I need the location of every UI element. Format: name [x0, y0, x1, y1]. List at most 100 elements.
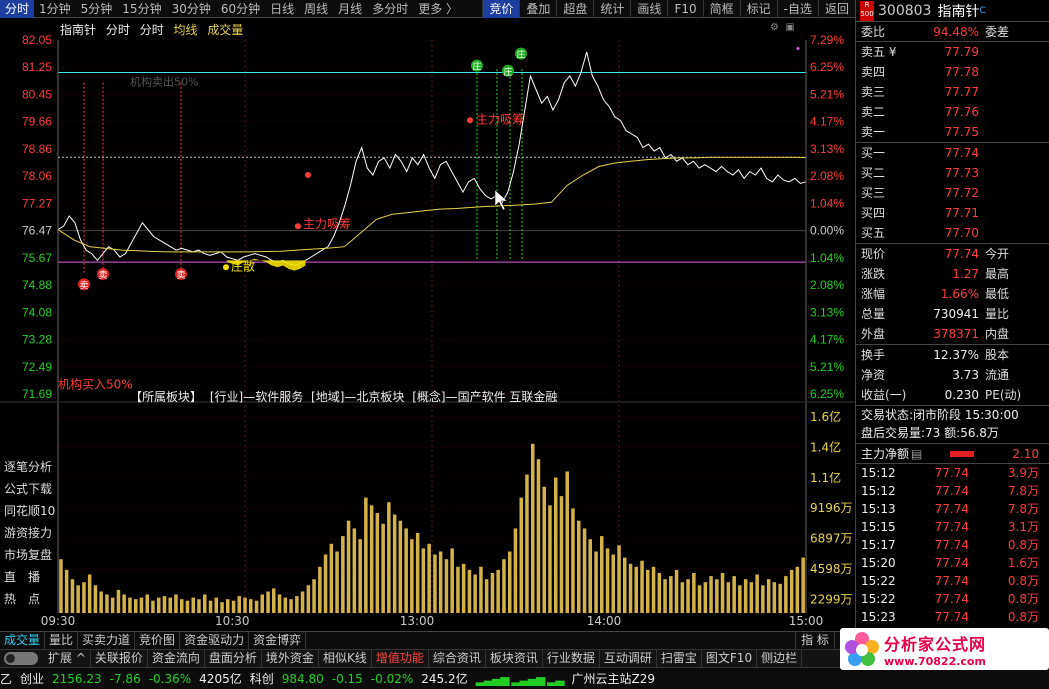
toolbar-tab[interactable]: -自选 — [776, 0, 818, 18]
indicator-tab[interactable]: 量比 — [45, 632, 79, 649]
indicator-tab[interactable]: 竞价图 — [135, 632, 181, 649]
volume-bar — [260, 594, 264, 613]
tick-row[interactable]: 15:20 77.74 1.6万 — [856, 554, 1049, 572]
buys-price[interactable]: 77.72 — [899, 183, 979, 203]
period-tab[interactable]: 5分钟 — [76, 0, 118, 18]
function-button[interactable]: 相似K线 — [319, 650, 372, 667]
main-net-row[interactable]: 主力净额 ▤ 2.10 — [856, 444, 1049, 464]
function-button[interactable]: 图文F10 — [702, 650, 758, 667]
left-tool-item[interactable]: 公式下载 — [0, 478, 56, 500]
left-tool-item[interactable]: 直 播 — [0, 566, 56, 588]
left-tool-item[interactable]: 热 点 — [0, 588, 56, 610]
volume-bar — [318, 566, 322, 613]
after-hours-amount-label: 额: — [944, 426, 961, 440]
toolbar-tab[interactable]: 画线 — [630, 0, 667, 18]
function-button[interactable]: 扫雷宝 — [657, 650, 702, 667]
period-tab[interactable]: 更多 〉 — [413, 0, 463, 18]
volume-tick-label: 4598万 — [810, 562, 853, 576]
left-tool-item[interactable]: 同花顺10 — [0, 500, 56, 522]
stock-badge: R 500 — [860, 0, 874, 21]
sells-price[interactable]: 77.77 — [899, 82, 979, 102]
function-button[interactable]: 互动调研 — [600, 650, 657, 667]
tick-list[interactable]: 15:12 77.74 3.9万 15:12 77.74 7.8万 15:13 77.74 7.… — [856, 464, 1049, 644]
broker-server[interactable]: 广州云主站Z29 — [572, 670, 656, 687]
toolbar-tab[interactable]: F10 — [667, 0, 702, 18]
period-tab[interactable]: 日线 — [265, 0, 299, 18]
tick-row[interactable]: 15:15 77.74 3.1万 — [856, 518, 1049, 536]
list-icon[interactable]: ▤ — [911, 444, 922, 463]
function-button[interactable]: 板块资讯 — [486, 650, 543, 667]
period-toolbar: 分时 1分钟 5分钟 15分钟 30分钟 60分钟 日线 周线 月线 多分时 更多 〉 竞价 叠加 超盘… — [0, 0, 855, 18]
function-button[interactable]: 资金流向 — [148, 650, 205, 667]
left-tool-item[interactable]: 逐笔分析 — [0, 456, 56, 478]
volume-bar — [404, 528, 408, 613]
toolbar-tab[interactable]: 简框 — [702, 0, 740, 18]
indicator-tab[interactable]: 资金驱动力 — [180, 632, 250, 649]
tick-row[interactable]: 15:13 77.74 7.8万 — [856, 500, 1049, 518]
function-button[interactable]: 增值功能 — [372, 650, 429, 667]
function-button[interactable]: 行业数据 — [543, 650, 600, 667]
tick-time: 15:12 — [861, 466, 896, 480]
tick-price: 77.74 — [934, 556, 969, 570]
volume-bar — [519, 497, 523, 613]
tick-row[interactable]: 15:22 77.74 0.8万 — [856, 590, 1049, 608]
period-tab[interactable]: 月线 — [333, 0, 367, 18]
tick-row[interactable]: 15:17 77.74 0.8万 — [856, 536, 1049, 554]
period-tab[interactable]: 30分钟 — [167, 0, 216, 18]
function-button[interactable]: 关联报价 — [91, 650, 148, 667]
indicator-tab-right[interactable]: 指 标 — [795, 632, 834, 649]
indicator-tab[interactable]: 买卖力道 — [78, 632, 136, 649]
toolbar-tab[interactable]: 叠加 — [519, 0, 556, 18]
chart-options-icon[interactable]: ⚙ ▣ — [770, 22, 795, 33]
sector-concept[interactable]: [概念]—国产软件 互联金融 — [412, 390, 557, 404]
volume-bar — [651, 566, 656, 613]
toolbar-tab[interactable]: 返回 — [817, 0, 855, 18]
buys-price[interactable]: 77.70 — [899, 223, 979, 243]
chart-area[interactable]: 82.05 7.29% 81.25 6.25% 80.45 5.21% 79.66 4.17%… — [0, 18, 855, 630]
period-tab[interactable]: 1分钟 — [34, 0, 76, 18]
sells-price[interactable]: 77.75 — [899, 122, 979, 142]
period-tab[interactable]: 多分时 — [367, 0, 413, 18]
function-button[interactable]: 盘面分析 — [205, 650, 262, 667]
left-tool-item[interactable]: 游资接力 — [0, 522, 56, 544]
sector-industry[interactable]: [行业]—软件服务 — [210, 390, 303, 404]
sells-price[interactable]: 77.76 — [899, 102, 979, 122]
buys-price[interactable]: 77.74 — [899, 143, 979, 163]
quote-header: R 500 300803 指南针 C — [856, 0, 1049, 22]
sells-price[interactable]: 77.78 — [899, 62, 979, 82]
volume-tick-label: 2299万 — [810, 592, 853, 606]
index-name-kc[interactable]: 科创 — [250, 670, 274, 687]
tick-row[interactable]: 15:22 77.74 0.8万 — [856, 572, 1049, 590]
left-tool-item[interactable]: 市场复盘 — [0, 544, 56, 566]
indicator-tab[interactable]: 资金博弈 — [249, 632, 307, 649]
buys-price[interactable]: 77.73 — [899, 163, 979, 183]
stat-label-2: 今开 — [985, 247, 1010, 261]
toolbar-tab[interactable]: 统计 — [593, 0, 630, 18]
period-tab[interactable]: 60分钟 — [216, 0, 265, 18]
sector-region[interactable]: [地域]—北京板块 — [311, 390, 404, 404]
stat-value: 378371 — [933, 327, 979, 341]
status-prefix: 乙 — [0, 672, 13, 686]
period-tab[interactable]: 周线 — [299, 0, 333, 18]
price-tick-label: 82.05 — [22, 33, 52, 47]
buys-price[interactable]: 77.71 — [899, 203, 979, 223]
toolbar-tab[interactable]: 超盘 — [556, 0, 593, 18]
index-name-cyb[interactable]: 创业 — [20, 670, 44, 687]
function-button[interactable]: 侧边栏 — [757, 650, 803, 667]
tick-row[interactable]: 15:12 77.74 7.8万 — [856, 482, 1049, 500]
indicator-tab[interactable]: 成交量 — [0, 632, 46, 649]
period-tab[interactable]: 分时 — [0, 0, 35, 18]
volume-bar — [496, 569, 500, 613]
tick-row[interactable]: 15:12 77.74 3.9万 — [856, 464, 1049, 482]
toolbar-tab[interactable]: 竞价 — [482, 0, 520, 18]
intraday-chart[interactable]: 82.05 7.29% 81.25 6.25% 80.45 5.21% 79.66 4.17%… — [0, 18, 855, 630]
expand-toggle[interactable] — [4, 652, 38, 665]
volume-bar — [295, 596, 299, 613]
period-tab[interactable]: 15分钟 — [117, 0, 166, 18]
toolbar-tab[interactable]: 标记 — [739, 0, 777, 18]
function-button[interactable]: 扩展 ^ — [44, 650, 91, 667]
function-button[interactable]: 综合资讯 — [429, 650, 486, 667]
function-button[interactable]: 境外资金 — [262, 650, 319, 667]
sells-price[interactable]: 77.79 — [899, 42, 979, 62]
tick-row[interactable]: 15:23 77.74 0.8万 — [856, 608, 1049, 626]
